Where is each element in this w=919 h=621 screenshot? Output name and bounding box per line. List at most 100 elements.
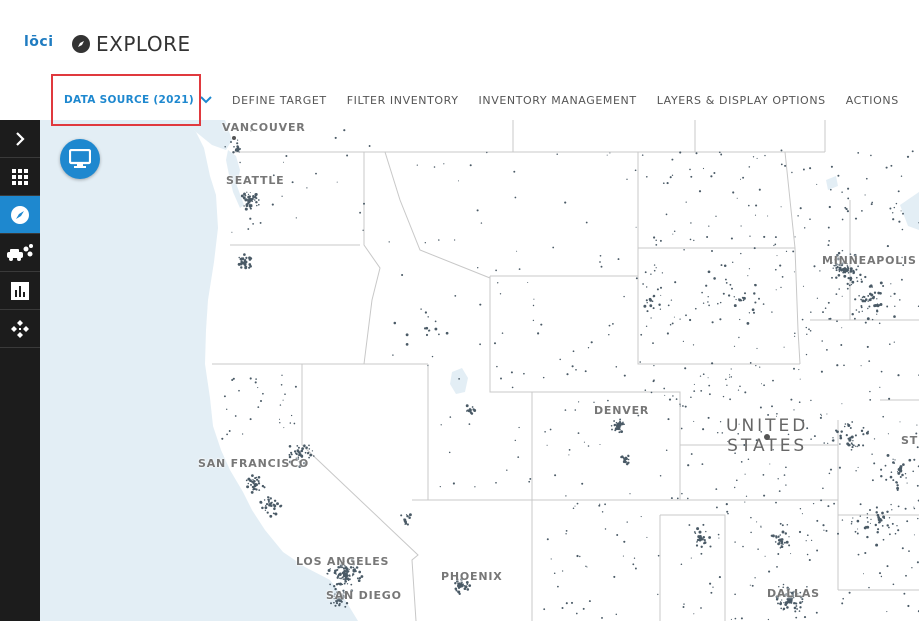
inventory-dot (388, 241, 390, 243)
inventory-dot (665, 449, 668, 451)
inventory-dot (248, 196, 251, 199)
inventory-dot (882, 284, 885, 288)
sidebar-item-vehicles[interactable] (0, 234, 40, 272)
map-view[interactable] (40, 120, 919, 621)
inventory-dot (689, 318, 692, 322)
inventory-dot (861, 310, 863, 312)
inventory-dot (249, 264, 252, 268)
inventory-dot (627, 454, 630, 458)
inventory-dot (244, 207, 248, 211)
city-label-san-francisco: SAN FRANCISCO (198, 457, 310, 470)
inventory-dot (343, 582, 346, 585)
inventory-dot (781, 530, 785, 534)
inventory-dot (847, 197, 850, 200)
inventory-dot (295, 217, 297, 219)
inventory-dot (608, 333, 610, 336)
inventory-dot (780, 545, 783, 547)
inventory-dot (799, 207, 802, 210)
inventory-dot (903, 592, 906, 595)
inventory-dot (772, 379, 774, 382)
inventory-dot (724, 278, 727, 281)
inventory-dot (273, 504, 277, 508)
sidebar-expand-button[interactable] (0, 120, 40, 158)
inventory-dot (886, 305, 889, 308)
inventory-dot (847, 423, 849, 425)
inventory-dot (557, 585, 559, 588)
nav-inventory-management[interactable]: INVENTORY MANAGEMENT (469, 94, 647, 107)
inventory-dot (329, 583, 331, 586)
inventory-dot (690, 396, 692, 398)
inventory-dot (330, 602, 332, 605)
inventory-dot (830, 165, 833, 168)
inventory-dot (640, 333, 643, 336)
inventory-dot (705, 284, 708, 287)
compass-icon (72, 35, 90, 53)
inventory-dot (327, 569, 331, 572)
inventory-dot (698, 190, 702, 193)
inventory-dot (886, 453, 890, 457)
inventory-dot (916, 484, 919, 487)
inventory-dot (864, 551, 867, 555)
sidebar-item-network[interactable] (0, 310, 40, 348)
inventory-dot (690, 453, 693, 455)
inventory-dot (743, 292, 747, 295)
inventory-dot (713, 277, 716, 280)
nav-filter-inventory[interactable]: FILTER INVENTORY (337, 94, 469, 107)
inventory-dot (247, 228, 250, 230)
inventory-dot (283, 161, 284, 163)
inventory-dot (739, 318, 741, 321)
inventory-dot (771, 405, 773, 408)
inventory-dot (599, 254, 602, 257)
inventory-dot (767, 618, 770, 621)
inventory-dot (797, 215, 799, 217)
inventory-dot (857, 466, 859, 468)
app-logo[interactable]: lōci (24, 34, 54, 50)
inventory-dot (404, 518, 407, 521)
inventory-dot (689, 168, 691, 171)
nav-actions[interactable]: ACTIONS (836, 94, 909, 107)
inventory-dot (777, 553, 780, 555)
inventory-dot (728, 376, 731, 378)
inventory-dot (238, 389, 240, 392)
inventory-dot (616, 534, 619, 536)
nav-layers-display-options[interactable]: LAYERS & DISPLAY OPTIONS (647, 94, 836, 107)
inventory-dot (619, 418, 622, 421)
inventory-dot (827, 442, 829, 444)
display-toggle-button[interactable] (60, 139, 100, 179)
sidebar-item-explore[interactable] (0, 196, 40, 234)
inventory-dot (897, 529, 900, 532)
inventory-dot (852, 444, 855, 447)
inventory-dot (734, 593, 736, 596)
inventory-dot (722, 292, 725, 295)
inventory-dot (864, 194, 866, 196)
inventory-dot (802, 168, 805, 171)
inventory-dot (273, 499, 277, 503)
inventory-dot (829, 188, 832, 191)
sidebar-item-analytics[interactable] (0, 272, 40, 310)
inventory-dot (856, 532, 859, 535)
inventory-dot (452, 482, 455, 485)
inventory-dot (900, 175, 903, 177)
inventory-dot (887, 433, 889, 435)
inventory-dot (279, 422, 281, 424)
inventory-dot (707, 416, 710, 419)
inventory-dot (785, 540, 789, 544)
inventory-dot (616, 427, 620, 431)
nav-data-source[interactable]: DATA SOURCE (2021) (54, 94, 222, 106)
inventory-dot (253, 487, 256, 491)
inventory-dot (805, 353, 808, 356)
inventory-dot (852, 440, 854, 442)
inventory-dot (808, 328, 810, 331)
inventory-dot (255, 378, 257, 380)
inventory-dot (496, 282, 499, 284)
inventory-dot (280, 383, 283, 386)
sidebar-item-grid[interactable] (0, 158, 40, 196)
inventory-dot (730, 376, 733, 378)
inventory-dot (659, 474, 662, 477)
nav-define-target[interactable]: DEFINE TARGET (222, 94, 337, 107)
inventory-dot (240, 266, 243, 269)
inventory-dot (662, 182, 665, 185)
inventory-dot (784, 601, 787, 604)
inventory-dot (543, 608, 546, 611)
inventory-dot (663, 387, 666, 390)
